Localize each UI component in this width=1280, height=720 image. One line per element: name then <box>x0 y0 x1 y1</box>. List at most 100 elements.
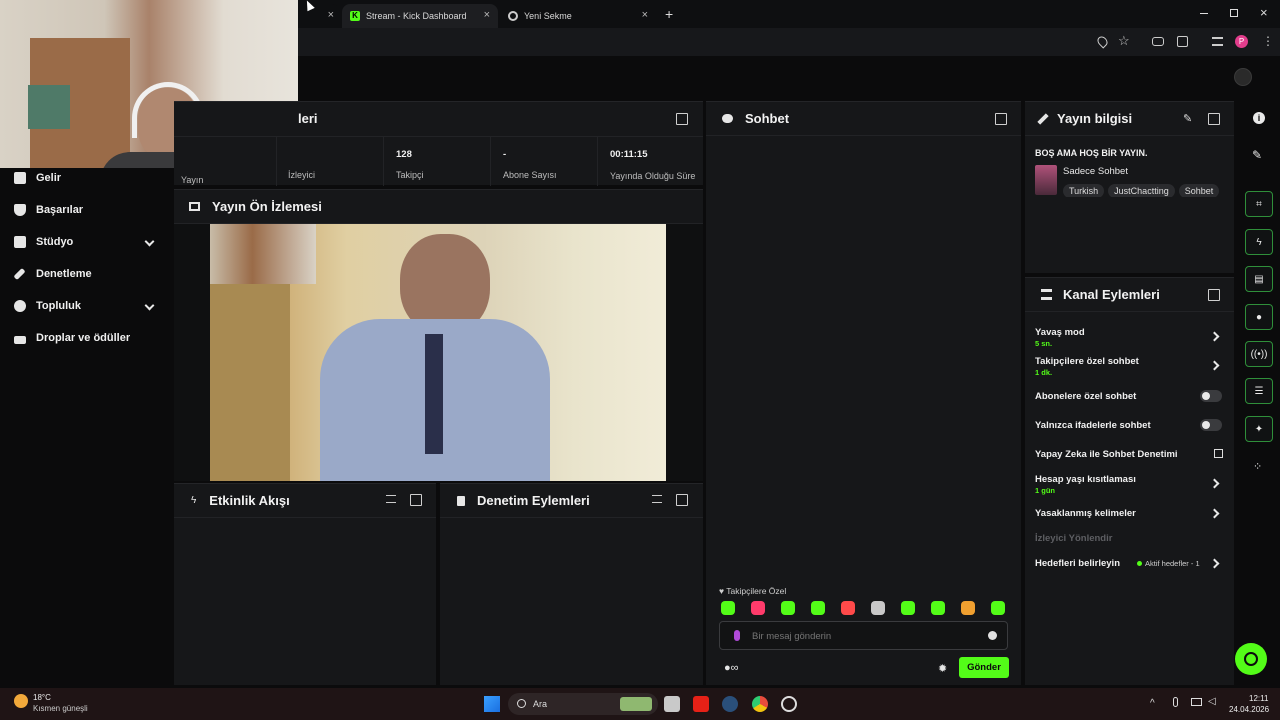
close-window-icon[interactable]: × <box>1260 5 1268 20</box>
sidebar-item-topluluk[interactable]: Topluluk <box>14 300 81 312</box>
close-tab-icon[interactable]: × <box>328 9 334 21</box>
user-avatar[interactable] <box>1234 68 1252 86</box>
emote-3[interactable] <box>781 601 795 615</box>
popout-icon[interactable] <box>676 113 688 125</box>
emote-9[interactable] <box>961 601 975 615</box>
info-icon[interactable]: i <box>1253 112 1265 124</box>
extension-icon[interactable] <box>1152 37 1164 46</box>
sidebar-item-droplar[interactable]: Droplar ve ödüller <box>14 332 130 344</box>
tab-new-tab[interactable]: Yeni Sekme × <box>500 4 656 28</box>
location-icon[interactable] <box>1095 34 1110 49</box>
volume-tray-icon[interactable]: ◁ <box>1208 696 1216 707</box>
rail-button-broadcast[interactable]: ((•)) <box>1245 341 1273 367</box>
stream-preview-video[interactable] <box>210 224 666 481</box>
bookmark-star-icon[interactable]: ☆ <box>1118 33 1130 49</box>
taskbar-search[interactable]: Ara <box>508 693 658 715</box>
display-tray-icon[interactable] <box>1191 698 1202 706</box>
edit-icon[interactable]: ✎ <box>1252 148 1262 162</box>
file-explorer-icon[interactable] <box>664 696 680 712</box>
sidebar-item-gelir[interactable]: Gelir <box>14 172 61 184</box>
popout-icon[interactable] <box>995 113 1007 125</box>
emoji-icon[interactable] <box>988 631 997 640</box>
emote-5[interactable] <box>841 601 855 615</box>
kick-logo-icon: K <box>350 11 360 21</box>
tag-chip[interactable]: Sohbet <box>1178 184 1220 197</box>
chevron-down-icon[interactable] <box>144 236 155 247</box>
action-account-age[interactable]: Hesap yaşı kısıtlaması <box>1035 474 1136 485</box>
activity-title: Etkinlik Akışı <box>209 493 290 508</box>
browser-menu-icon[interactable]: ⋮ <box>1262 34 1274 48</box>
emote-10[interactable] <box>991 601 1005 615</box>
windows-start-icon[interactable] <box>484 696 500 712</box>
rail-button-actions[interactable]: ☰ <box>1245 378 1273 404</box>
stream-info-panel: Yayın bilgisi ✎ BOŞ AMA HOŞ BİR YAYIN. S… <box>1025 101 1234 273</box>
chrome-taskbar-icon[interactable] <box>752 696 768 712</box>
new-tab-button[interactable]: + <box>665 6 673 22</box>
edit-pencil-icon[interactable]: ✎ <box>1183 112 1192 125</box>
send-button[interactable]: Gönder <box>959 657 1009 678</box>
emote-2[interactable] <box>751 601 765 615</box>
profile-avatar[interactable]: P <box>1235 35 1248 48</box>
stream-info-header: Yayın bilgisi <box>1025 102 1234 136</box>
steam-icon[interactable] <box>722 696 738 712</box>
puzzle-icon[interactable] <box>1177 36 1188 47</box>
action-set-goals[interactable]: Hedefleri belirleyin <box>1035 558 1120 569</box>
media-icon[interactable] <box>1212 37 1223 46</box>
weather-icon[interactable] <box>14 694 28 708</box>
sidebar-item-denetleme[interactable]: Denetleme <box>13 267 92 281</box>
rail-button-preview[interactable]: ⌗ <box>1245 191 1273 217</box>
document-icon <box>457 495 465 506</box>
popout-icon[interactable] <box>410 494 422 506</box>
rail-button-modlog[interactable]: ▤ <box>1245 266 1273 292</box>
popout-icon[interactable] <box>676 494 688 506</box>
emotes-only-toggle[interactable] <box>1200 419 1222 431</box>
subscribers-only-toggle[interactable] <box>1200 390 1222 402</box>
emote-7[interactable] <box>901 601 915 615</box>
popout-icon[interactable] <box>1208 289 1220 301</box>
search-highlight-icon <box>620 697 652 711</box>
community-icon[interactable]: ⁘ <box>1253 460 1262 473</box>
filter-icon[interactable] <box>652 495 662 503</box>
youtube-icon[interactable] <box>693 696 709 712</box>
chat-message-input[interactable] <box>752 627 972 645</box>
action-followers-only[interactable]: Takipçilere özel sohbet <box>1035 356 1139 367</box>
emote-6[interactable] <box>871 601 885 615</box>
minimize-icon[interactable] <box>1200 13 1208 14</box>
sidebar-item-label: Stüdyo <box>36 236 74 248</box>
app-taskbar-icon[interactable] <box>781 696 797 712</box>
filter-icon[interactable] <box>386 495 396 503</box>
rail-button-activity[interactable]: ϟ <box>1245 229 1273 255</box>
chart-icon <box>14 172 26 184</box>
rail-button-chat[interactable]: ● <box>1245 304 1273 330</box>
emote-8[interactable] <box>931 601 945 615</box>
chevron-up-icon[interactable]: ^ <box>1150 698 1155 709</box>
microphone-tray-icon[interactable] <box>1173 697 1178 707</box>
action-banned-words[interactable]: Yasaklanmış kelimeler <box>1035 508 1136 519</box>
tab-kick-dashboard[interactable]: K Stream - Kick Dashboard × <box>342 4 498 28</box>
close-tab-icon[interactable]: × <box>642 9 648 21</box>
popout-icon[interactable] <box>1208 113 1220 125</box>
rail-button-info[interactable]: ✦ <box>1245 416 1273 442</box>
action-followers-only-value: 1 dk. <box>1035 368 1053 377</box>
support-button[interactable] <box>1235 643 1267 675</box>
chat-settings-icon[interactable]: ✹ <box>938 662 947 675</box>
external-link-icon[interactable] <box>1214 449 1223 458</box>
sidebar-item-basarilar[interactable]: Başarılar <box>14 204 83 216</box>
mod-actions-title: Denetim Eylemleri <box>477 493 590 508</box>
microphone-icon[interactable] <box>734 630 740 641</box>
emote-1[interactable] <box>721 601 735 615</box>
tag-chip[interactable]: Turkish <box>1063 184 1105 197</box>
preview-title: Yayın Ön İzlemesi <box>212 199 322 214</box>
kick-points-icon[interactable]: ●∞ <box>724 662 739 674</box>
chevron-down-icon[interactable] <box>144 300 155 311</box>
emote-4[interactable] <box>811 601 825 615</box>
action-slow-mode[interactable]: Yavaş mod <box>1035 327 1085 338</box>
close-tab-icon[interactable]: × <box>484 9 490 21</box>
maximize-icon[interactable] <box>1230 9 1238 17</box>
chat-input-box[interactable] <box>719 621 1008 650</box>
action-ai-moderation[interactable]: Yapay Zeka ile Sohbet Denetimi <box>1035 449 1178 460</box>
sidebar-item-studyo[interactable]: Stüdyo <box>14 236 73 248</box>
weather-temp: 18°C <box>33 693 51 702</box>
date-label: 24.04.2026 <box>1229 705 1270 714</box>
tag-chip[interactable]: JustChactting <box>1108 184 1175 197</box>
